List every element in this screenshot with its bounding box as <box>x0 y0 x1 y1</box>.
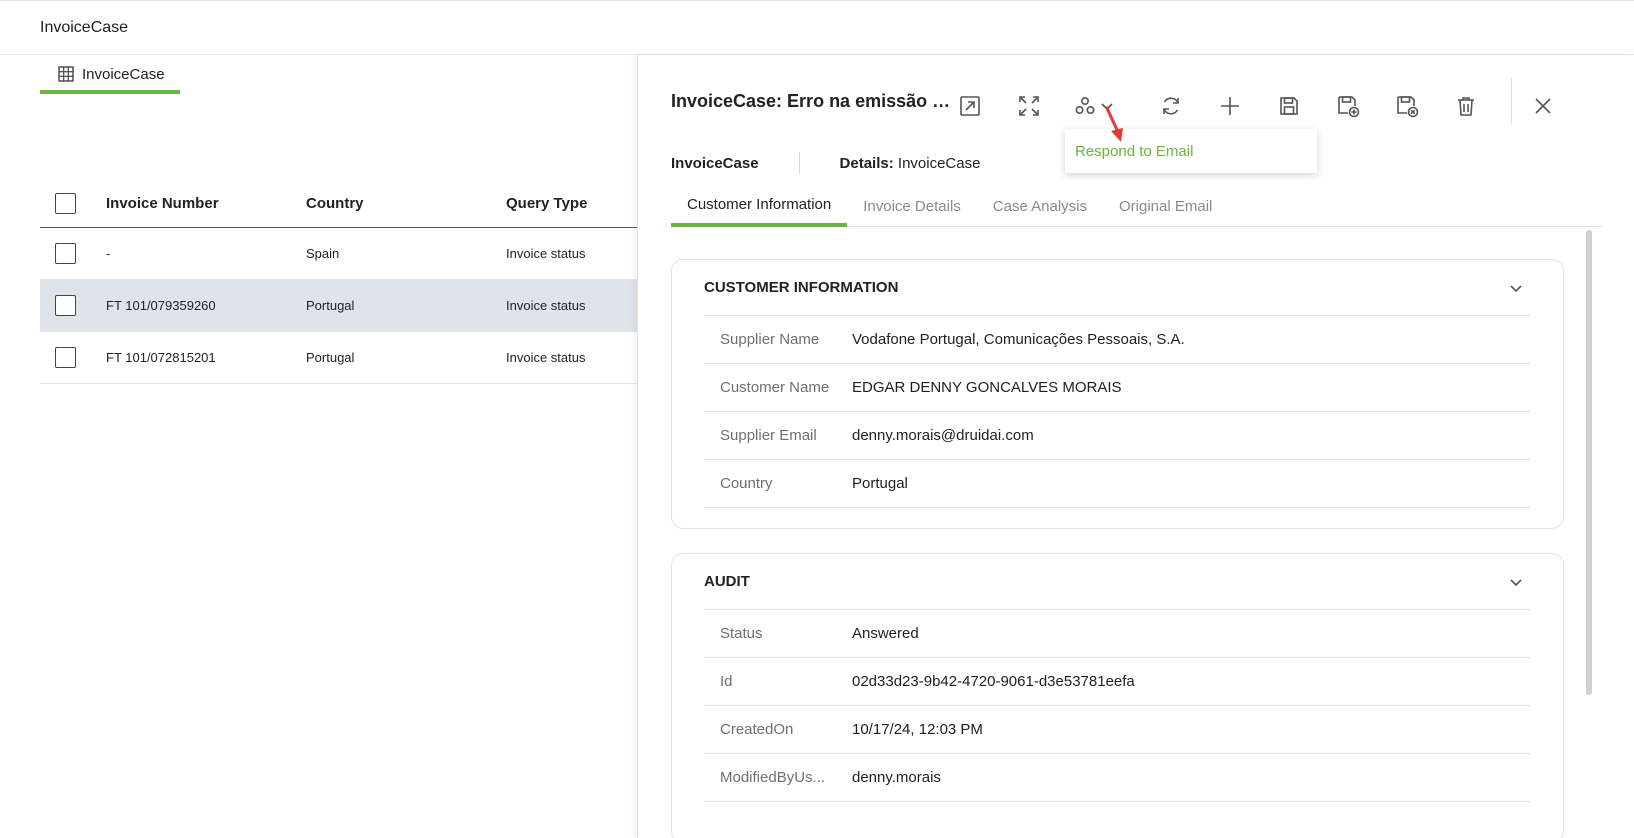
field-value[interactable]: Vodafone Portugal, Comunicações Pessoais… <box>852 331 1185 348</box>
expand-button[interactable] <box>1012 89 1046 123</box>
section-title: CUSTOMER INFORMATION <box>704 279 899 296</box>
field-modified-by: ModifiedByUs... denny.morais <box>704 754 1531 802</box>
chevron-down-icon <box>1510 578 1522 586</box>
breadcrumb-details: Details: InvoiceCase <box>840 155 981 172</box>
field-label: Country <box>720 475 773 492</box>
list-view-tab[interactable]: InvoiceCase <box>40 58 180 94</box>
column-header-country[interactable]: Country <box>306 195 506 212</box>
column-header-invoice-number[interactable]: Invoice Number <box>106 195 306 212</box>
field-label: Customer Name <box>720 379 830 396</box>
field-country: Country Portugal <box>704 460 1531 508</box>
cell-query-type: Invoice status <box>506 298 586 313</box>
cell-invoice-number: FT 101/079359260 <box>106 298 216 313</box>
field-value[interactable]: denny.morais@druidai.com <box>852 427 1034 444</box>
field-label: CreatedOn <box>720 721 794 738</box>
cell-country: Spain <box>306 246 340 261</box>
tab-customer-information[interactable]: Customer Information <box>671 185 848 227</box>
menu-item-respond-to-email[interactable]: Respond to Email <box>1075 143 1193 160</box>
cell-country: Portugal <box>306 298 355 313</box>
field-label: Id <box>720 673 733 690</box>
save-and-close-button[interactable] <box>1390 89 1424 123</box>
save-close-icon <box>1397 96 1419 118</box>
toolbar-divider <box>1511 77 1512 125</box>
table-row-selected[interactable]: FT 101/079359260 Portugal Invoice status <box>40 280 640 332</box>
tab-case-analysis[interactable]: Case Analysis <box>977 185 1103 227</box>
section-title: AUDIT <box>704 573 750 590</box>
cell-country: Portugal <box>306 350 355 365</box>
row-checkbox[interactable] <box>55 295 76 316</box>
field-label: Status <box>720 625 763 642</box>
field-value[interactable]: 02d33d23-9b42-4720-9061-d3e53781eefa <box>852 673 1135 690</box>
open-external-icon <box>960 96 980 116</box>
invoice-grid: Invoice Number Country Query Type - Spai… <box>40 180 640 384</box>
table-row[interactable]: - Spain Invoice status <box>40 228 640 280</box>
add-button[interactable] <box>1213 89 1247 123</box>
actions-icon <box>1075 96 1095 115</box>
chevron-down-icon <box>1510 284 1522 292</box>
breadcrumb-details-prefix: Details: <box>839 154 894 172</box>
row-checkbox[interactable] <box>55 243 76 264</box>
cell-invoice-number: FT 101/072815201 <box>106 350 216 365</box>
grid-header: Invoice Number Country Query Type <box>40 180 640 228</box>
field-customer-name: Customer Name EDGAR DENNY GONCALVES MORA… <box>704 364 1531 412</box>
section-header[interactable]: AUDIT <box>704 554 1531 610</box>
cell-invoice-number: - <box>106 246 111 261</box>
table-row[interactable]: FT 101/072815201 Portugal Invoice status <box>40 332 640 384</box>
save-new-icon <box>1338 96 1360 118</box>
column-header-query-type[interactable]: Query Type <box>506 195 640 212</box>
field-value[interactable]: 10/17/24, 12:03 PM <box>852 721 983 738</box>
customer-information-section: CUSTOMER INFORMATION Supplier Name Vodaf… <box>671 259 1564 529</box>
detail-panel: InvoiceCase: Erro na emissão de... Invoi… <box>637 55 1634 838</box>
field-value[interactable]: Answered <box>852 625 919 642</box>
cell-query-type: Invoice status <box>506 246 586 261</box>
tab-invoice-details[interactable]: Invoice Details <box>847 185 977 227</box>
tab-original-email[interactable]: Original Email <box>1103 185 1228 227</box>
field-id: Id 02d33d23-9b42-4720-9061-d3e53781eefa <box>704 658 1531 706</box>
app-header: InvoiceCase <box>0 0 1634 55</box>
save-button[interactable] <box>1272 89 1306 123</box>
open-external-button[interactable] <box>953 89 987 123</box>
field-value[interactable]: EDGAR DENNY GONCALVES MORAIS <box>852 379 1122 396</box>
refresh-icon <box>1163 97 1179 115</box>
field-created-on: CreatedOn 10/17/24, 12:03 PM <box>704 706 1531 754</box>
breadcrumb-entity[interactable]: InvoiceCase <box>671 155 759 172</box>
delete-button[interactable] <box>1449 89 1483 123</box>
add-icon <box>1221 97 1239 115</box>
breadcrumb: InvoiceCase Details: InvoiceCase <box>671 151 980 175</box>
delete-icon <box>1458 97 1474 116</box>
field-value[interactable]: denny.morais <box>852 769 941 786</box>
audit-section: AUDIT Status Answered Id 02d33d23-9b42-4… <box>671 553 1564 838</box>
section-header[interactable]: CUSTOMER INFORMATION <box>704 260 1531 316</box>
row-checkbox[interactable] <box>55 347 76 368</box>
grid-icon <box>58 66 74 82</box>
refresh-button[interactable] <box>1154 89 1188 123</box>
field-label: ModifiedByUs... <box>720 769 826 786</box>
breadcrumb-divider <box>798 152 800 174</box>
app-title: InvoiceCase <box>40 19 129 36</box>
save-icon <box>1280 97 1298 115</box>
annotation-arrow-icon <box>1105 106 1123 142</box>
detail-tabs: Customer Information Invoice Details Cas… <box>671 185 1603 227</box>
field-value[interactable]: Portugal <box>852 475 908 492</box>
field-supplier-email: Supplier Email denny.morais@druidai.com <box>704 412 1531 460</box>
select-all-checkbox[interactable] <box>55 193 76 214</box>
breadcrumb-details-value: InvoiceCase <box>897 154 981 172</box>
expand-icon <box>1019 96 1039 116</box>
field-label: Supplier Name <box>720 331 820 348</box>
list-view-tab-label: InvoiceCase <box>82 65 165 83</box>
cell-query-type: Invoice status <box>506 350 586 365</box>
save-and-new-button[interactable] <box>1331 89 1365 123</box>
close-icon <box>1535 98 1551 114</box>
detail-title: InvoiceCase: Erro na emissão de... <box>671 91 951 111</box>
field-status: Status Answered <box>704 610 1531 658</box>
field-label: Supplier Email <box>720 427 817 444</box>
close-panel-button[interactable] <box>1526 89 1560 123</box>
scrollbar[interactable] <box>1586 230 1592 695</box>
field-supplier-name: Supplier Name Vodafone Portugal, Comunic… <box>704 316 1531 364</box>
